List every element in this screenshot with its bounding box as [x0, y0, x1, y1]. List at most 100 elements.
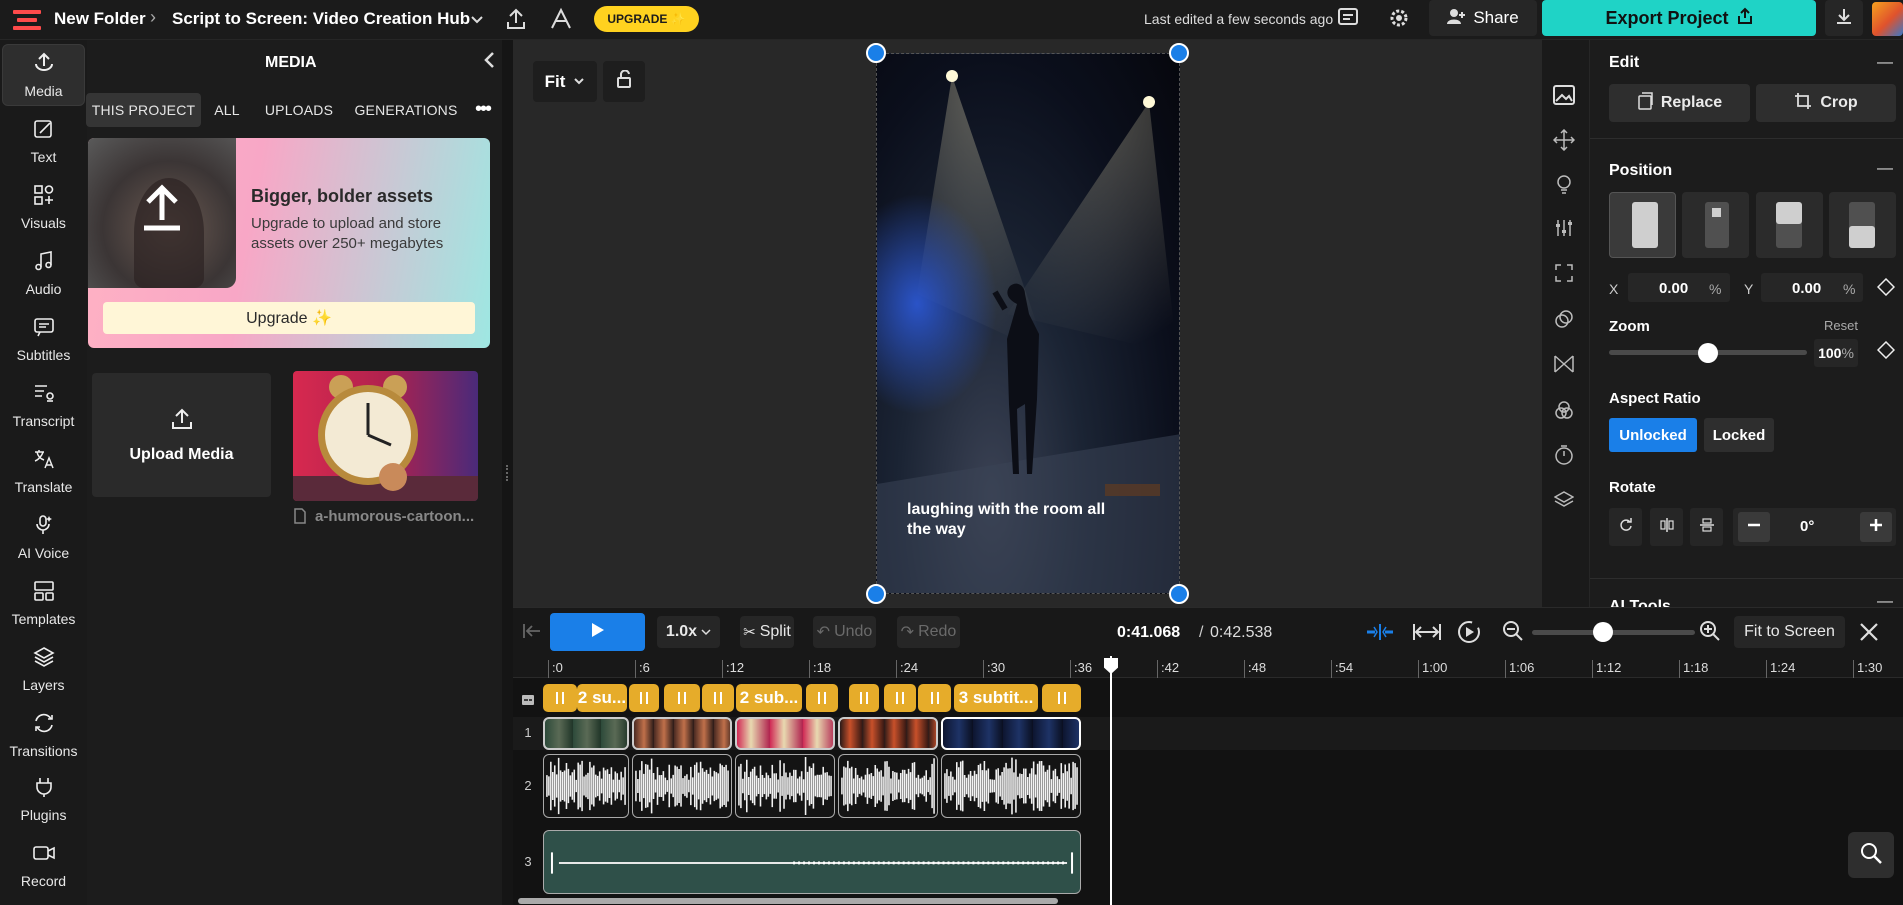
lock-toggle-button[interactable] — [603, 61, 645, 102]
jump-to-start-icon[interactable] — [523, 624, 541, 643]
resize-handle-top-right[interactable] — [1169, 43, 1189, 63]
sidebar-item-transitions[interactable]: Transitions — [2, 704, 85, 766]
sidebar-item-subtitles[interactable]: Subtitles — [2, 308, 85, 370]
panel-resize-handle[interactable] — [506, 465, 510, 481]
chevron-down-icon[interactable] — [469, 9, 485, 29]
split-button[interactable]: ✂ Split — [740, 616, 794, 648]
video-clip-selected[interactable] — [941, 717, 1081, 750]
subtitle-chip[interactable] — [918, 684, 951, 712]
timeline-scrollbar[interactable] — [518, 898, 1058, 904]
project-title[interactable]: Script to Screen: Video Creation Hub — [172, 9, 470, 29]
zoom-reset-link[interactable]: Reset — [1824, 318, 1858, 333]
collapse-ai-tools-icon[interactable]: — — [1877, 593, 1893, 607]
breadcrumb-folder[interactable]: New Folder — [54, 9, 146, 29]
unlocked-toggle[interactable]: Unlocked — [1609, 418, 1697, 452]
position-top-small-option[interactable] — [1682, 192, 1749, 258]
position-top-half-option[interactable] — [1756, 192, 1823, 258]
tab-uploads[interactable]: UPLOADS — [261, 93, 337, 127]
move-icon[interactable] — [1552, 128, 1576, 156]
fit-timeline-icon[interactable] — [1412, 622, 1442, 647]
subtitle-chip[interactable] — [806, 684, 838, 712]
download-button[interactable] — [1825, 0, 1863, 36]
crop-button[interactable]: Crop — [1756, 84, 1896, 122]
brand-a-icon[interactable] — [549, 7, 573, 36]
timeline-ruler[interactable]: :0:6:12:18:24:30:36:42:48:54 1:00 1:06 1:12… — [513, 656, 1903, 678]
zoom-value-input[interactable]: 100% — [1814, 339, 1858, 367]
rotate-increment-button[interactable] — [1860, 512, 1892, 542]
timer-icon[interactable] — [1554, 444, 1574, 471]
fullscreen-icon[interactable] — [1555, 264, 1573, 287]
video-preview[interactable]: laughing with the room all the way — [876, 53, 1180, 594]
promo-upgrade-button[interactable]: Upgrade ✨ — [103, 302, 475, 334]
tab-generations[interactable]: GENERATIONS — [352, 93, 460, 127]
fit-to-screen-button[interactable]: Fit to Screen — [1734, 616, 1845, 648]
subtitle-chip[interactable]: 3 subtit... — [954, 684, 1038, 712]
upload-media-card[interactable]: Upload Media — [92, 373, 271, 497]
subtitle-chip[interactable]: 2 sub... — [736, 684, 802, 712]
collapse-edit-icon[interactable]: — — [1877, 54, 1893, 72]
adjustments-icon[interactable] — [1554, 218, 1574, 243]
subtitle-chip[interactable] — [849, 684, 879, 712]
gear-icon[interactable] — [1387, 6, 1411, 35]
redo-button[interactable]: ↷ Redo — [897, 616, 960, 648]
sidebar-item-visuals[interactable]: Visuals — [2, 176, 85, 238]
fit-dropdown[interactable]: Fit — [533, 61, 597, 102]
media-asset-thumbnail[interactable] — [293, 371, 478, 501]
sidebar-item-text[interactable]: Text — [2, 110, 85, 172]
sidebar-item-layers[interactable]: Layers — [2, 638, 85, 700]
subtitle-chip[interactable] — [702, 684, 734, 712]
position-fill-option[interactable] — [1609, 192, 1676, 258]
locked-toggle[interactable]: Locked — [1704, 418, 1774, 452]
position-keyframe-icon[interactable] — [1876, 277, 1896, 301]
tab-all[interactable]: ALL — [206, 93, 248, 127]
resize-handle-bottom-right[interactable] — [1169, 584, 1189, 604]
audio-clip[interactable] — [543, 754, 629, 818]
sidebar-item-translate[interactable]: Translate — [2, 440, 85, 502]
subtitle-chip[interactable] — [1042, 684, 1081, 712]
layers-stack-icon[interactable] — [1553, 490, 1575, 515]
menu-icon[interactable] — [13, 8, 43, 32]
zoom-slider-thumb[interactable] — [1698, 343, 1718, 363]
collapse-position-icon[interactable]: — — [1877, 160, 1893, 178]
image-icon[interactable] — [1552, 84, 1576, 111]
avatar[interactable] — [1872, 2, 1903, 36]
subtitle-chip[interactable] — [543, 684, 577, 712]
replace-button[interactable]: Replace — [1609, 84, 1750, 122]
share-button[interactable]: Share — [1429, 0, 1537, 36]
upgrade-button[interactable]: UPGRADE ✨ — [594, 6, 699, 32]
color-filter-icon[interactable] — [1554, 400, 1574, 425]
audio-clip[interactable] — [941, 754, 1081, 818]
position-bottom-half-option[interactable] — [1829, 192, 1896, 258]
flip-horizontal-button[interactable] — [1650, 508, 1683, 546]
sidebar-item-plugins[interactable]: Plugins — [2, 768, 85, 830]
snap-icon[interactable] — [1365, 622, 1395, 647]
sidebar-item-audio[interactable]: Audio — [2, 242, 85, 304]
transition-icon[interactable] — [1554, 355, 1574, 378]
more-options-icon[interactable]: ••• — [475, 98, 492, 121]
lightbulb-icon[interactable] — [1554, 173, 1574, 200]
autoplay-icon[interactable] — [1457, 620, 1481, 649]
video-clip[interactable] — [735, 717, 835, 750]
audio-clip[interactable] — [632, 754, 732, 818]
collapse-panel-icon[interactable] — [482, 50, 496, 75]
playhead[interactable] — [1110, 656, 1112, 905]
tab-this-project[interactable]: THIS PROJECT — [86, 93, 201, 127]
zoom-keyframe-icon[interactable] — [1876, 340, 1896, 364]
play-button[interactable] — [550, 613, 645, 651]
sidebar-item-transcript[interactable]: Transcript — [2, 374, 85, 436]
resize-handle-bottom-left[interactable] — [866, 584, 886, 604]
sidebar-item-record[interactable]: Record — [2, 834, 85, 896]
timeline-zoom-slider[interactable] — [1532, 630, 1695, 635]
flip-vertical-button[interactable] — [1690, 508, 1723, 546]
sidebar-item-media[interactable]: Media — [2, 44, 85, 106]
comments-icon[interactable] — [1337, 7, 1359, 34]
subtitle-chip[interactable]: 2 su... — [577, 684, 627, 712]
zoom-out-icon[interactable] — [1502, 620, 1524, 647]
video-clip[interactable] — [632, 717, 732, 750]
subtitle-chip[interactable] — [664, 684, 700, 712]
resize-handle-top-left[interactable] — [866, 43, 886, 63]
video-clip[interactable] — [543, 717, 629, 750]
audio-clip[interactable] — [838, 754, 938, 818]
undo-button[interactable]: ↶ Undo — [813, 616, 876, 648]
video-clip[interactable] — [838, 717, 938, 750]
